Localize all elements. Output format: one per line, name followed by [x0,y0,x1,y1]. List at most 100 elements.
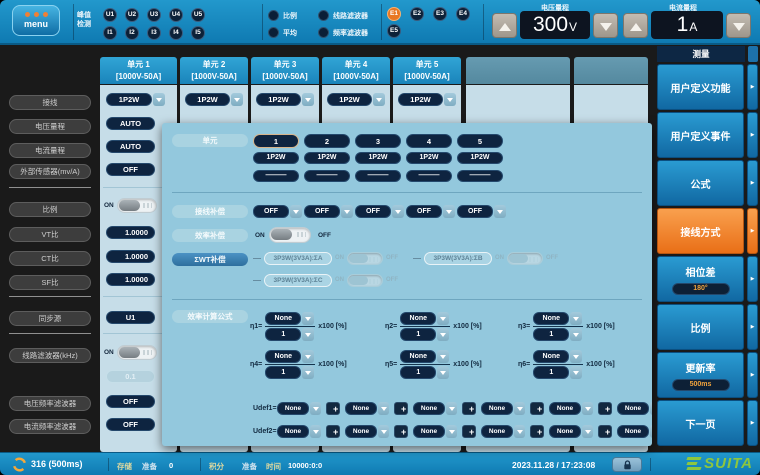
unit-wiring-select[interactable]: 1P2W [185,93,243,106]
unit-wiring-select[interactable]: 1P2W [256,93,314,106]
udef-term-select[interactable]: None [345,402,389,415]
dropdown-arrow-icon[interactable] [302,350,314,363]
denominator-select[interactable]: 1 [265,366,315,379]
voltage-range-value[interactable]: 300V [520,11,590,39]
sigma-wiring-name[interactable]: 3P3W(3V3A):ΣC [264,274,332,287]
current-range-up-button[interactable] [623,13,648,38]
udef-term-select[interactable]: None [617,425,652,438]
sigma-wiring-name[interactable]: 3P3W(3V3A):ΣB [424,252,492,265]
wiring-comp-select[interactable]: OFF [253,205,302,218]
sigma-wiring-name[interactable]: 3P3W(3V3A):ΣA [264,252,332,265]
udef-term-select[interactable]: None [481,402,525,415]
unit-number-button[interactable]: 1 [253,134,299,148]
dropdown-arrow-icon[interactable] [650,402,652,415]
right-menu-button[interactable]: 比例 [657,304,744,350]
plus-button[interactable]: + [394,425,408,438]
unit-pattern-value[interactable]: ——— [253,170,299,182]
denominator-select[interactable]: 1 [533,328,583,341]
numerator-select[interactable]: None [265,312,315,325]
unit1-ct-ratio-value[interactable]: 1.0000 [106,250,155,263]
numerator-select[interactable]: None [265,350,315,363]
unit1-voltage-range-value[interactable]: AUTO [106,117,155,130]
denominator-select[interactable]: 1 [265,328,315,341]
plus-button[interactable]: + [394,402,408,415]
wiring-comp-select[interactable]: OFF [355,205,404,218]
efficiency-comp-toggle[interactable] [269,227,311,243]
dropdown-arrow-icon[interactable] [443,205,455,218]
unit1-vt-ratio-value[interactable]: 1.0000 [106,226,155,239]
dropdown-arrow-icon[interactable] [650,425,652,438]
unit-wiring-select[interactable]: 1P2W [327,93,385,106]
unit-pattern-value[interactable]: ——— [457,170,503,182]
right-menu-expand-button[interactable]: ▶ [747,304,758,350]
dropdown-arrow-icon[interactable] [514,425,525,438]
unit-wiring-value[interactable]: 1P2W [253,152,299,164]
dropdown-arrow-icon[interactable] [153,93,165,106]
udef-term-select[interactable]: None [277,402,321,415]
unit1-volt-freq-filter-value[interactable]: OFF [106,395,155,408]
dropdown-arrow-icon[interactable] [570,350,582,363]
unit1-ext-sensor-value[interactable]: OFF [106,163,155,176]
udef-term-select[interactable]: None [413,425,457,438]
sigma-toggle[interactable] [507,252,543,265]
plus-button[interactable]: + [598,402,612,415]
plus-button[interactable]: + [598,425,612,438]
numerator-select[interactable]: None [400,312,450,325]
unit-number-button[interactable]: 4 [406,134,452,148]
right-menu-button[interactable]: 相位差 180° [657,256,744,302]
wiring-comp-select[interactable]: OFF [304,205,353,218]
unit1-sync-source-value[interactable]: U1 [106,311,155,324]
numerator-select[interactable]: None [533,350,583,363]
dropdown-arrow-icon[interactable] [437,350,449,363]
denominator-select[interactable]: 1 [400,366,450,379]
menu-button[interactable]: menu [12,5,60,36]
unit-pattern-value[interactable]: ——— [355,170,401,182]
right-menu-expand-button[interactable]: ▶ [747,352,758,398]
unit-pattern-value[interactable]: ——— [406,170,452,182]
dropdown-arrow-icon[interactable] [570,328,582,341]
right-menu-button[interactable]: 下一页 [657,400,744,446]
plus-button[interactable]: + [530,425,544,438]
dropdown-arrow-icon[interactable] [302,93,314,106]
unit1-curr-freq-filter-value[interactable]: OFF [106,418,155,431]
dropdown-arrow-icon[interactable] [302,312,314,325]
unit1-wiring-select[interactable]: 1P2W [106,93,165,106]
dropdown-arrow-icon[interactable] [446,402,457,415]
unit1-current-range-value[interactable]: AUTO [106,140,155,153]
right-menu-expand-button[interactable]: ▶ [747,208,758,254]
unit-wiring-value[interactable]: 1P2W [304,152,350,164]
unit1-line-filter-toggle[interactable] [117,345,157,360]
udef-term-select[interactable]: None [617,402,652,415]
right-menu-expand-button[interactable]: ▶ [747,64,758,110]
dropdown-arrow-icon[interactable] [444,93,456,106]
lock-button[interactable] [612,457,642,472]
plus-button[interactable]: + [530,402,544,415]
udef-term-select[interactable]: None [413,402,457,415]
right-menu-button[interactable]: 公式 [657,160,744,206]
unit-wiring-select[interactable]: 1P2W [398,93,456,106]
unit-wiring-value[interactable]: 1P2W [355,152,401,164]
plus-button[interactable]: + [462,425,476,438]
dropdown-arrow-icon[interactable] [446,425,457,438]
right-menu-expand-button[interactable]: ▶ [747,256,758,302]
plus-button[interactable]: + [326,425,340,438]
dropdown-arrow-icon[interactable] [582,425,593,438]
udef-term-select[interactable]: None [277,425,321,438]
dropdown-arrow-icon[interactable] [231,93,243,106]
voltage-range-up-button[interactable] [492,13,517,38]
udef-term-select[interactable]: None [345,425,389,438]
denominator-select[interactable]: 1 [400,328,450,341]
plus-button[interactable]: + [462,402,476,415]
dropdown-arrow-icon[interactable] [378,402,389,415]
right-menu-expand-button[interactable]: ▶ [747,400,758,446]
unit1-sf-ratio-value[interactable]: 1.0000 [106,273,155,286]
wiring-comp-select[interactable]: OFF [406,205,455,218]
dropdown-arrow-icon[interactable] [582,402,593,415]
wiring-comp-select[interactable]: OFF [457,205,506,218]
current-range-value[interactable]: 1A [651,11,723,39]
dropdown-arrow-icon[interactable] [302,366,314,379]
unit-number-button[interactable]: 5 [457,134,503,148]
dropdown-arrow-icon[interactable] [437,366,449,379]
dropdown-arrow-icon[interactable] [514,402,525,415]
dropdown-arrow-icon[interactable] [392,205,404,218]
